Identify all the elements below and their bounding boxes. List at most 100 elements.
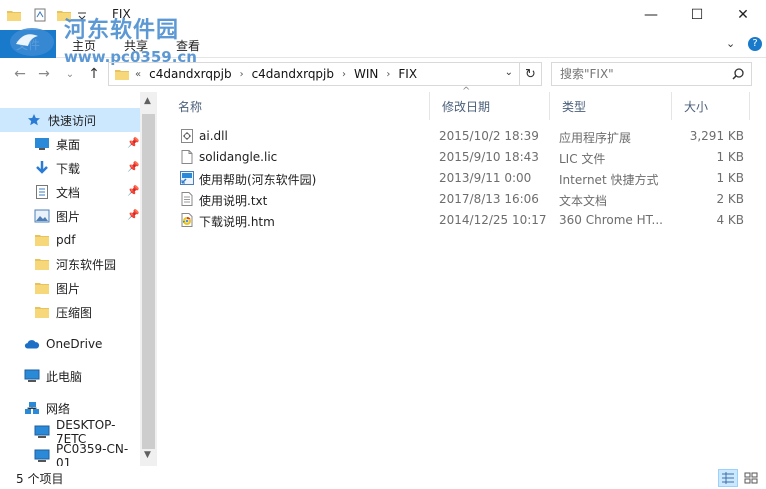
column-header-type[interactable]: 类型 bbox=[550, 92, 672, 120]
pin-icon[interactable]: 📌 bbox=[127, 162, 139, 173]
column-header-name[interactable]: 名称 bbox=[166, 92, 430, 120]
sidebar-item-pictures[interactable]: 图片 bbox=[0, 204, 140, 228]
sidebar-item-documents[interactable]: 文档 bbox=[0, 180, 140, 204]
sidebar-item-label: 下载 bbox=[56, 161, 81, 176]
star-icon bbox=[26, 112, 42, 128]
help-button[interactable]: ? bbox=[748, 37, 762, 51]
file-date: 2013/9/11 0:00 bbox=[439, 171, 532, 185]
sidebar-item-onedrive[interactable]: OneDrive bbox=[0, 332, 140, 356]
sidebar-item-pc0359[interactable]: PC0359-CN-01 bbox=[0, 442, 140, 466]
table-row[interactable]: solidangle.lic 2015/9/10 18:43 LIC 文件 1 … bbox=[166, 147, 756, 168]
chevron-right-icon[interactable]: › bbox=[381, 69, 395, 80]
breadcrumb-c4dandxrqpjb-1[interactable]: c4dandxrqpjb bbox=[146, 67, 234, 81]
picture-icon bbox=[34, 208, 50, 224]
file-type: LIC 文件 bbox=[559, 152, 606, 166]
folder-icon bbox=[34, 304, 50, 320]
item-count: 5 个项目 bbox=[16, 472, 64, 486]
close-button[interactable]: ✕ bbox=[720, 0, 766, 30]
status-bar: 5 个项目 bbox=[0, 466, 766, 489]
chevron-right-icon[interactable]: › bbox=[235, 69, 249, 80]
desktop-icon bbox=[34, 136, 50, 152]
sidebar-item-desktop[interactable]: 桌面 bbox=[0, 132, 140, 156]
sidebar-item-this-pc[interactable]: 此电脑 bbox=[0, 364, 140, 388]
sidebar-item-network[interactable]: 网络 bbox=[0, 396, 140, 420]
folder-icon bbox=[34, 232, 50, 248]
folder-icon bbox=[34, 256, 50, 272]
file-size: 3,291 KB bbox=[689, 129, 744, 143]
breadcrumb-c4dandxrqpjb-2[interactable]: c4dandxrqpjb bbox=[249, 67, 337, 81]
back-button[interactable]: ← bbox=[10, 64, 30, 84]
file-name: ai.dll bbox=[199, 129, 228, 143]
folder-icon bbox=[115, 70, 129, 80]
sidebar-item-desktop-7etc[interactable]: DESKTOP-7ETC bbox=[0, 418, 140, 446]
sidebar-item-compressed[interactable]: 压缩图 bbox=[0, 300, 140, 324]
file-name: 下载说明.htm bbox=[199, 215, 275, 229]
sidebar-item-label: 文档 bbox=[56, 185, 81, 200]
column-header-size[interactable]: 大小 bbox=[672, 92, 750, 120]
table-row[interactable]: 下载说明.htm 2014/12/25 10:17 360 Chrome HT.… bbox=[166, 210, 756, 231]
file-name: 使用帮助(河东软件园) bbox=[199, 173, 317, 187]
minimize-button[interactable]: — bbox=[628, 0, 674, 30]
table-row[interactable]: ai.dll 2015/10/2 18:39 应用程序扩展 3,291 KB bbox=[166, 126, 756, 147]
file-size: 1 KB bbox=[716, 150, 744, 164]
file-size: 4 KB bbox=[716, 213, 744, 227]
pin-icon[interactable]: 📌 bbox=[127, 138, 139, 149]
file-type: 应用程序扩展 bbox=[559, 131, 632, 145]
sidebar-item-hedong[interactable]: 河东软件园 bbox=[0, 252, 140, 276]
maximize-button[interactable]: ☐ bbox=[674, 0, 720, 30]
computer-icon bbox=[34, 424, 50, 440]
refresh-button[interactable]: ↻ bbox=[519, 62, 541, 86]
details-view-button[interactable] bbox=[718, 469, 738, 487]
htm-icon bbox=[181, 213, 193, 227]
txt-icon bbox=[181, 192, 193, 206]
breadcrumb-win[interactable]: WIN bbox=[351, 67, 381, 81]
sidebar-item-label: pdf bbox=[56, 233, 76, 247]
sidebar-item-label: PC0359-CN-01 bbox=[56, 442, 129, 466]
shortcut-icon bbox=[180, 171, 194, 185]
sidebar-item-label: 此电脑 bbox=[46, 369, 83, 384]
recent-locations-button[interactable]: ⌄ bbox=[60, 64, 80, 84]
navigation-pane-scrollbar[interactable]: ▲ ▼ bbox=[140, 92, 157, 466]
search-icon[interactable] bbox=[731, 67, 745, 81]
column-header-date[interactable]: 修改日期 bbox=[430, 92, 550, 120]
pin-icon[interactable]: 📌 bbox=[127, 186, 139, 197]
file-date: 2015/10/2 18:39 bbox=[439, 129, 539, 143]
sidebar-item-downloads[interactable]: 下载 bbox=[0, 156, 140, 180]
search-box[interactable] bbox=[551, 62, 752, 86]
scroll-up-icon[interactable]: ▲ bbox=[144, 96, 151, 106]
address-bar[interactable]: « c4dandxrqpjb › c4dandxrqpjb › WIN › FI… bbox=[108, 62, 542, 86]
ribbon-collapse-button[interactable]: ⌄ bbox=[726, 37, 735, 50]
chevron-right-icon[interactable]: › bbox=[337, 69, 351, 80]
sidebar-item-quick-access[interactable]: 快速访问 bbox=[0, 108, 140, 132]
file-size: 2 KB bbox=[716, 192, 744, 206]
file-date: 2017/8/13 16:06 bbox=[439, 192, 539, 206]
sidebar-item-label: 河东软件园 bbox=[56, 257, 117, 272]
large-icons-view-button[interactable] bbox=[741, 469, 761, 487]
sidebar-item-label: 桌面 bbox=[56, 137, 81, 152]
file-name: 使用说明.txt bbox=[199, 194, 268, 208]
scroll-down-icon[interactable]: ▼ bbox=[144, 450, 151, 460]
file-type: 360 Chrome HT... bbox=[559, 213, 663, 227]
sidebar-item-label: 图片 bbox=[56, 281, 81, 296]
breadcrumb-fix[interactable]: FIX bbox=[395, 67, 420, 81]
table-row[interactable]: 使用说明.txt 2017/8/13 16:06 文本文档 2 KB bbox=[166, 189, 756, 210]
sidebar-item-pdf[interactable]: pdf bbox=[0, 228, 140, 252]
pin-icon[interactable]: 📌 bbox=[127, 210, 139, 221]
file-date: 2015/9/10 18:43 bbox=[439, 150, 539, 164]
file-type: 文本文档 bbox=[559, 194, 608, 208]
file-name: solidangle.lic bbox=[199, 150, 278, 164]
file-list: ^ 名称 修改日期 类型 大小 ai.dll 2015/10/2 18:39 应… bbox=[166, 86, 766, 466]
network-icon bbox=[24, 400, 40, 416]
folder-icon bbox=[34, 280, 50, 296]
forward-button[interactable]: → bbox=[34, 64, 54, 84]
sidebar-item-label: 快速访问 bbox=[48, 113, 97, 128]
file-type: Internet 快捷方式 bbox=[559, 173, 659, 187]
search-input[interactable] bbox=[552, 67, 722, 81]
table-row[interactable]: 使用帮助(河东软件园) 2013/9/11 0:00 Internet 快捷方式… bbox=[166, 168, 756, 189]
up-button[interactable]: ↑ bbox=[84, 64, 104, 84]
breadcrumb-overflow[interactable]: « bbox=[130, 69, 146, 80]
address-dropdown-button[interactable]: ⌄ bbox=[505, 67, 513, 78]
scrollbar-thumb[interactable] bbox=[142, 114, 155, 449]
navigation-bar: ← → ⌄ ↑ « c4dandxrqpjb › c4dandxrqpjb › … bbox=[0, 58, 766, 90]
sidebar-item-pictures-folder[interactable]: 图片 bbox=[0, 276, 140, 300]
